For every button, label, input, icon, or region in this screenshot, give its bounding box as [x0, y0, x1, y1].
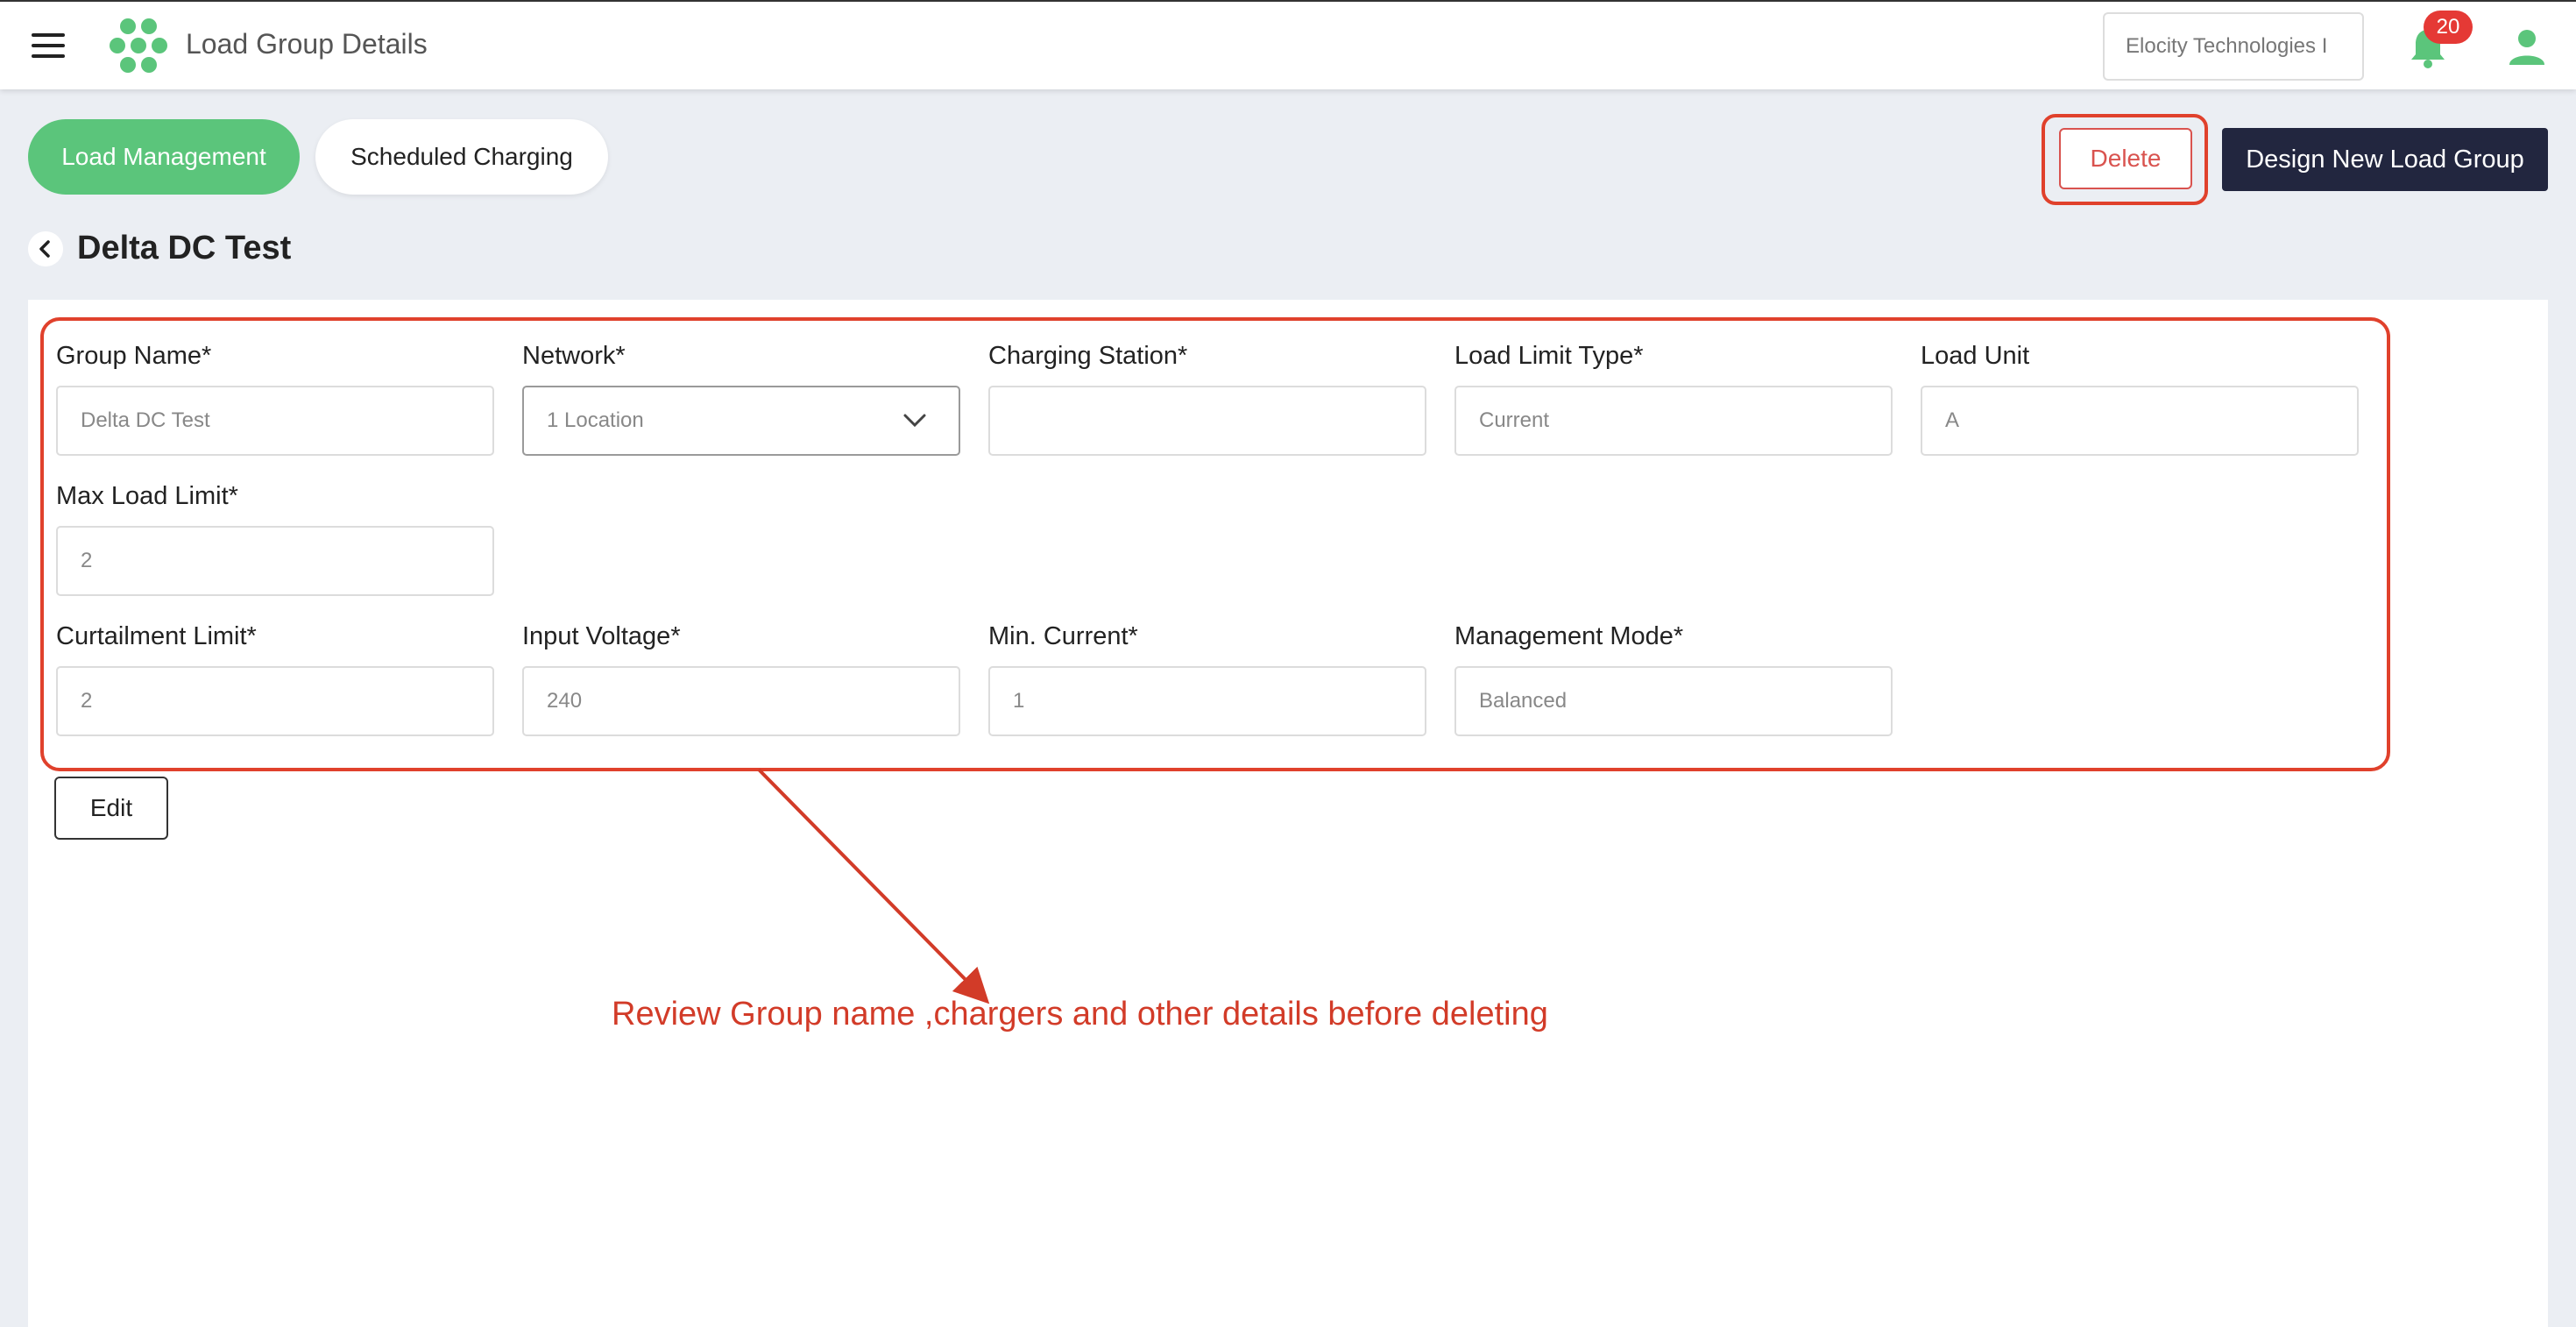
design-new-load-group-button[interactable]: Design New Load Group	[2222, 128, 2548, 191]
notification-badge: 20	[2424, 11, 2473, 44]
menu-icon[interactable]	[32, 33, 65, 58]
organization-selector[interactable]: Elocity Technologies I	[2103, 12, 2364, 81]
top-bar: Load Group Details Elocity Technologies …	[0, 0, 2576, 89]
chevron-down-icon	[903, 414, 926, 428]
user-icon[interactable]	[2508, 28, 2546, 67]
load-unit-field[interactable]: A	[1921, 386, 2359, 456]
load-limit-type-field[interactable]: Current	[1454, 386, 1893, 456]
input-voltage-field[interactable]: 240	[522, 666, 960, 736]
tab-scheduled-charging[interactable]: Scheduled Charging	[315, 119, 608, 195]
logo-icon	[110, 18, 167, 73]
charging-station-field[interactable]	[988, 386, 1426, 456]
load-unit-label: Load Unit	[1921, 342, 2030, 370]
min-current-field[interactable]: 1	[988, 666, 1426, 736]
input-voltage-label: Input Voltage*	[522, 622, 681, 650]
group-name-field[interactable]: Delta DC Test	[56, 386, 494, 456]
network-value: 1 Location	[547, 408, 644, 432]
curtailment-limit-label: Curtailment Limit*	[56, 622, 257, 650]
load-limit-type-label: Load Limit Type*	[1454, 342, 1644, 370]
page-title: Delta DC Test	[77, 230, 292, 266]
group-name-label: Group Name*	[56, 342, 212, 370]
charging-station-label: Charging Station*	[988, 342, 1188, 370]
max-load-limit-label: Max Load Limit*	[56, 482, 238, 510]
management-mode-field[interactable]: Balanced	[1454, 666, 1893, 736]
delete-button[interactable]: Delete	[2059, 128, 2192, 189]
app-title: Load Group Details	[186, 28, 428, 60]
edit-button[interactable]: Edit	[54, 777, 168, 840]
max-load-limit-field[interactable]: 2	[56, 526, 494, 596]
annotation-text: Review Group name ,chargers and other de…	[612, 996, 1548, 1033]
network-label: Network*	[522, 342, 626, 370]
management-mode-label: Management Mode*	[1454, 622, 1684, 650]
min-current-label: Min. Current*	[988, 622, 1138, 650]
back-icon[interactable]	[28, 231, 63, 266]
network-select[interactable]: 1 Location	[522, 386, 960, 456]
curtailment-limit-field[interactable]: 2	[56, 666, 494, 736]
tab-load-management[interactable]: Load Management	[28, 119, 300, 195]
